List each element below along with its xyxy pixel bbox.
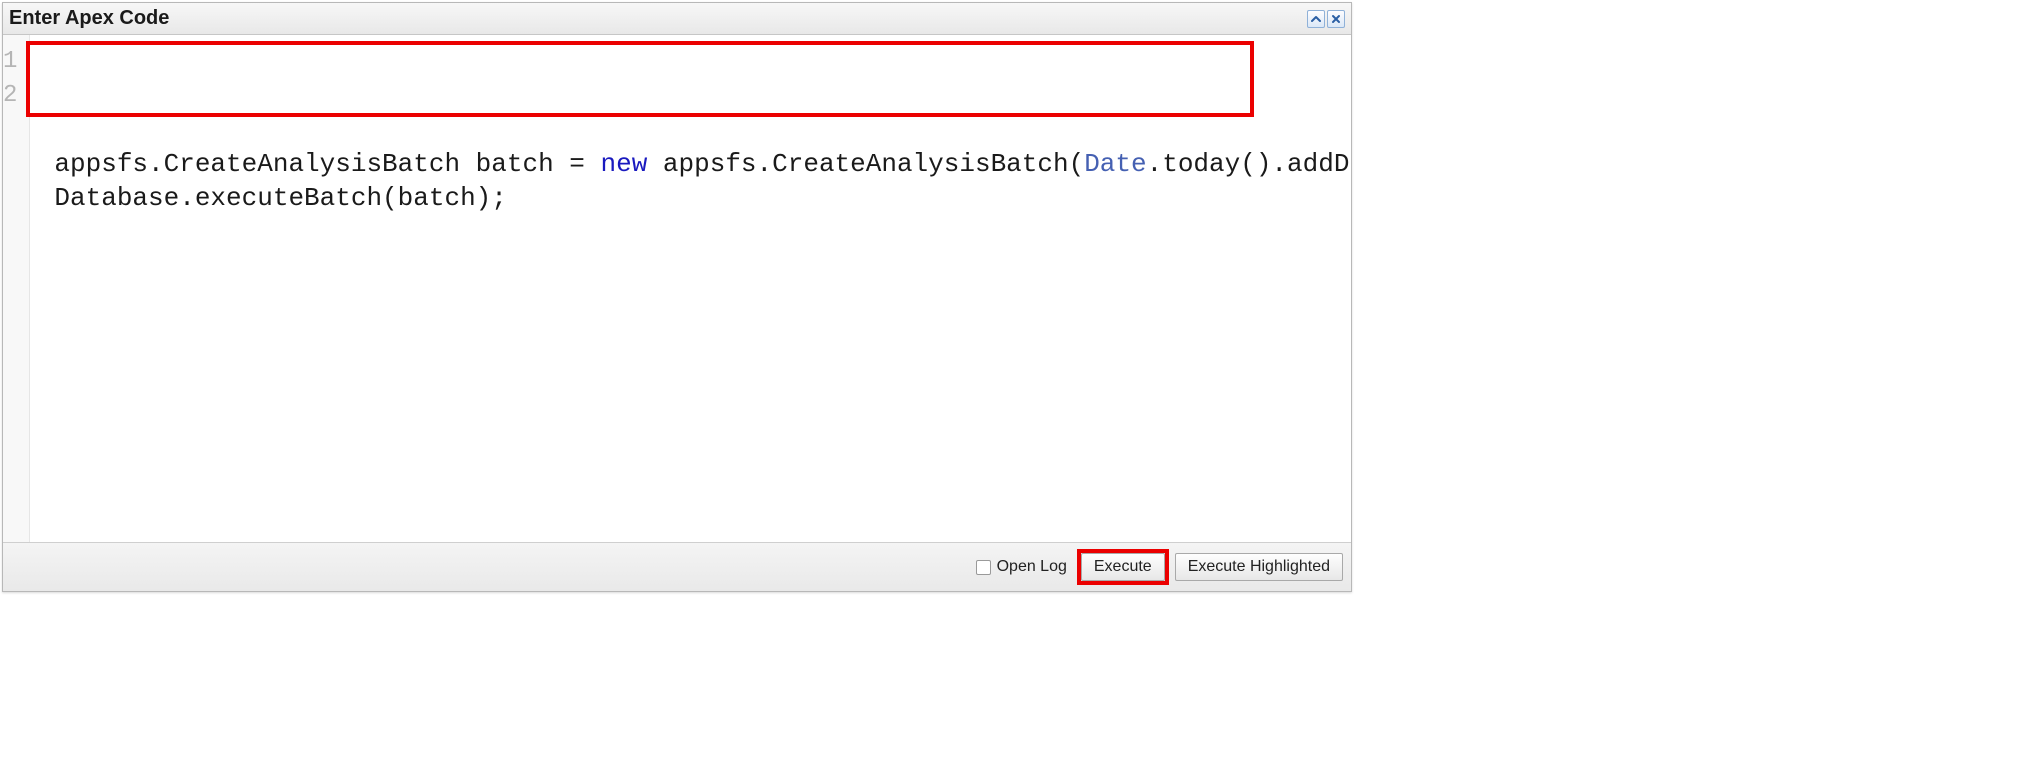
execute-highlighted-button[interactable]: Execute Highlighted xyxy=(1175,553,1343,581)
line-number-gutter: 12 xyxy=(3,35,30,542)
execute-button[interactable]: Execute xyxy=(1081,553,1165,581)
code-highlight-outline xyxy=(26,41,1254,117)
line-number: 1 xyxy=(3,45,17,79)
code-line[interactable]: Database.executeBatch(batch); xyxy=(54,181,1351,215)
open-log-checkbox[interactable] xyxy=(976,560,991,575)
apex-code-panel: Enter Apex Code 12 appsfs.CreateAnalysis… xyxy=(2,2,1352,592)
panel-footer: Open Log Execute Execute Highlighted xyxy=(3,543,1351,591)
open-log-label: Open Log xyxy=(997,558,1067,576)
code-text-area[interactable]: appsfs.CreateAnalysisBatch batch = new a… xyxy=(30,35,1351,542)
open-log-checkbox-wrap[interactable]: Open Log xyxy=(976,558,1067,576)
execute-button-highlight: Execute xyxy=(1077,549,1169,585)
line-number: 2 xyxy=(3,79,17,113)
close-icon[interactable] xyxy=(1327,10,1345,28)
collapse-up-icon[interactable] xyxy=(1307,10,1325,28)
panel-tools xyxy=(1307,10,1345,28)
panel-title: Enter Apex Code xyxy=(9,7,169,30)
code-editor[interactable]: 12 appsfs.CreateAnalysisBatch batch = ne… xyxy=(3,35,1351,543)
code-line[interactable]: appsfs.CreateAnalysisBatch batch = new a… xyxy=(54,147,1351,181)
panel-header: Enter Apex Code xyxy=(3,3,1351,35)
